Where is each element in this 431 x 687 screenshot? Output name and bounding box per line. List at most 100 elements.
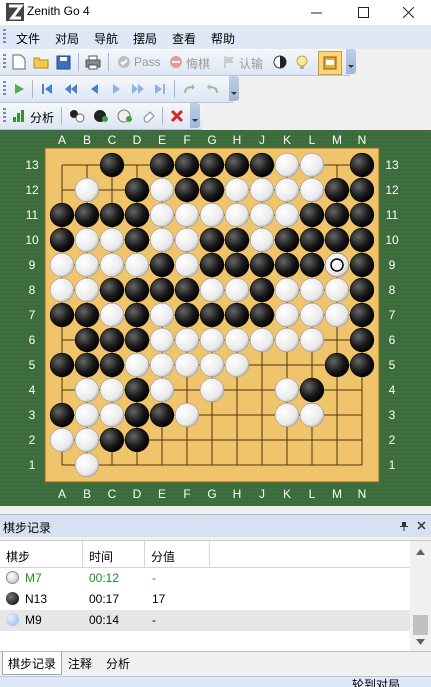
white-stone[interactable]: [199, 377, 225, 403]
white-stone[interactable]: [224, 202, 250, 228]
black-stone[interactable]: [99, 427, 125, 453]
white-stone[interactable]: [174, 227, 200, 253]
black-stone[interactable]: [324, 177, 350, 203]
resign-button[interactable]: 认输: [239, 55, 263, 72]
white-stone[interactable]: [299, 277, 325, 303]
toolbar2-overflow[interactable]: [229, 76, 239, 101]
black-stone[interactable]: [349, 252, 375, 278]
white-stone[interactable]: [74, 427, 100, 453]
black-stone[interactable]: [174, 277, 200, 303]
white-stone[interactable]: [249, 327, 275, 353]
white-stone[interactable]: [99, 377, 125, 403]
black-stone[interactable]: [99, 152, 125, 178]
tab-analysis[interactable]: 分析: [100, 652, 136, 674]
fast-back-button[interactable]: [62, 80, 80, 98]
white-stone[interactable]: [249, 227, 275, 253]
black-stone[interactable]: [49, 302, 75, 328]
white-stone[interactable]: [174, 327, 200, 353]
white-stone[interactable]: [274, 402, 300, 428]
menu-game[interactable]: 对局: [55, 30, 79, 47]
white-stone[interactable]: [74, 402, 100, 428]
delete-button[interactable]: [168, 107, 186, 125]
black-stone[interactable]: [249, 152, 275, 178]
white-stone[interactable]: [324, 252, 350, 278]
black-stone[interactable]: [124, 277, 150, 303]
black-stone[interactable]: [274, 252, 300, 278]
black-stone[interactable]: [324, 202, 350, 228]
column-header-score[interactable]: 分值: [145, 541, 210, 568]
black-stone[interactable]: [299, 252, 325, 278]
back-button[interactable]: [85, 80, 103, 98]
white-stone[interactable]: [224, 327, 250, 353]
white-stone[interactable]: [274, 277, 300, 303]
black-stone[interactable]: [99, 352, 125, 378]
menu-file[interactable]: 文件: [16, 30, 40, 47]
hint-button[interactable]: [293, 53, 311, 71]
menu-view[interactable]: 查看: [172, 30, 196, 47]
black-stone[interactable]: [224, 302, 250, 328]
black-stone[interactable]: [74, 302, 100, 328]
black-stone[interactable]: [349, 352, 375, 378]
white-stone[interactable]: [124, 252, 150, 278]
white-stone[interactable]: [74, 177, 100, 203]
black-stone[interactable]: [349, 327, 375, 353]
black-stone[interactable]: [124, 177, 150, 203]
white-stone[interactable]: [174, 402, 200, 428]
white-stone[interactable]: [49, 277, 75, 303]
black-stone[interactable]: [274, 227, 300, 253]
black-stone[interactable]: [99, 202, 125, 228]
white-stone[interactable]: [199, 352, 225, 378]
white-stone[interactable]: [99, 402, 125, 428]
black-stone[interactable]: [199, 227, 225, 253]
white-stone[interactable]: [274, 202, 300, 228]
white-stone[interactable]: [224, 352, 250, 378]
open-button[interactable]: [32, 53, 50, 71]
black-stone[interactable]: [349, 277, 375, 303]
toolbar1-overflow[interactable]: [346, 49, 356, 74]
print-button[interactable]: [84, 53, 102, 71]
black-stone[interactable]: [199, 152, 225, 178]
white-stone[interactable]: [224, 277, 250, 303]
black-stone[interactable]: [224, 252, 250, 278]
analysis-button[interactable]: 分析: [30, 109, 54, 126]
scroll-thumb[interactable]: [413, 615, 428, 635]
stone-color-button[interactable]: [271, 53, 289, 71]
tab-comments[interactable]: 注释: [62, 652, 98, 674]
black-stone[interactable]: [149, 277, 175, 303]
black-stone[interactable]: [99, 277, 125, 303]
white-stone[interactable]: [199, 327, 225, 353]
branch-up-button[interactable]: [180, 80, 198, 98]
black-stone[interactable]: [124, 327, 150, 353]
white-stone[interactable]: [174, 252, 200, 278]
black-stone[interactable]: [299, 227, 325, 253]
white-stone[interactable]: [74, 277, 100, 303]
undo-icon-wrap[interactable]: [167, 53, 185, 71]
white-stone[interactable]: [74, 452, 100, 478]
white-stone[interactable]: [274, 327, 300, 353]
black-stone[interactable]: [249, 277, 275, 303]
white-stone[interactable]: [99, 252, 125, 278]
white-stone-button[interactable]: [116, 107, 134, 125]
black-stone[interactable]: [149, 402, 175, 428]
undo-button[interactable]: 悔棋: [186, 55, 210, 72]
go-board[interactable]: AABBCCDDEEFFGGHHJJKKLLMMNN13 1312 1211 1110…: [0, 130, 431, 506]
black-stone[interactable]: [324, 227, 350, 253]
white-stone[interactable]: [299, 177, 325, 203]
black-stone[interactable]: [74, 352, 100, 378]
board-toggle-button[interactable]: [318, 51, 342, 75]
new-button[interactable]: [10, 53, 28, 71]
black-stone[interactable]: [124, 427, 150, 453]
table-row-selected[interactable]: M9 00:14 -: [0, 610, 410, 631]
black-stone[interactable]: [199, 177, 225, 203]
black-stone[interactable]: [349, 152, 375, 178]
black-stone[interactable]: [124, 302, 150, 328]
forward-button[interactable]: [108, 80, 126, 98]
last-move-button[interactable]: [151, 80, 169, 98]
black-stone[interactable]: [74, 202, 100, 228]
resign-icon-wrap[interactable]: [220, 53, 238, 71]
close-button[interactable]: [385, 0, 431, 25]
white-stone[interactable]: [74, 252, 100, 278]
white-stone[interactable]: [199, 277, 225, 303]
white-stone[interactable]: [149, 227, 175, 253]
white-stone[interactable]: [274, 377, 300, 403]
